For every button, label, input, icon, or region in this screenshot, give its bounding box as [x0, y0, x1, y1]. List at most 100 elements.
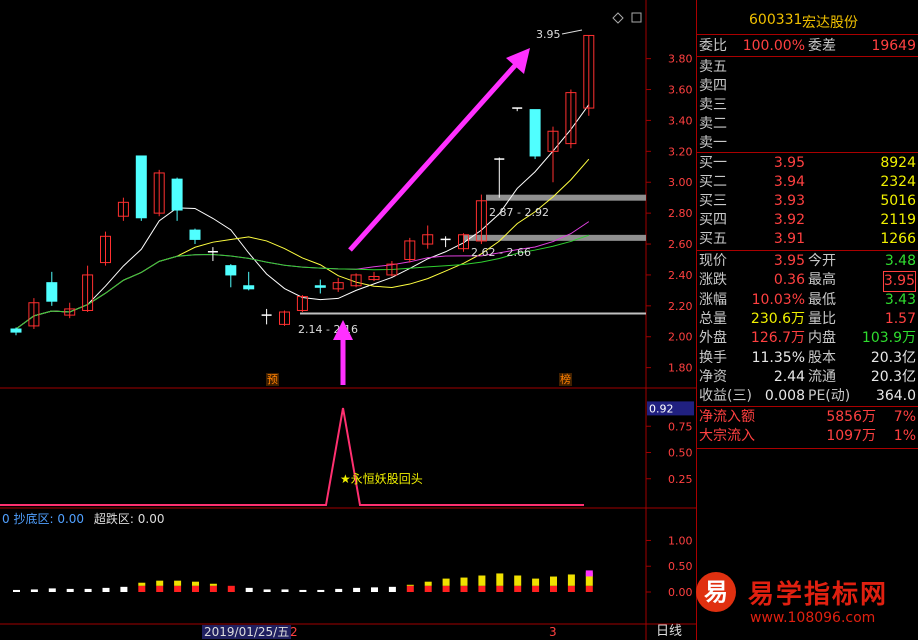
chaodi-value: 0.00 — [57, 512, 85, 526]
indicator-bar — [84, 588, 92, 592]
candle[interactable] — [332, 278, 344, 292]
chaodie-label: 超跌区: — [93, 512, 134, 526]
indicator-bar — [245, 587, 253, 592]
watermark-logo: 易 — [696, 572, 736, 612]
indicator-bar — [156, 580, 164, 592]
candle[interactable] — [368, 271, 380, 282]
sell-label: 卖五 — [699, 59, 727, 75]
flow-label: 净流入额 — [699, 409, 755, 425]
candle[interactable] — [422, 225, 434, 249]
indicator-bar — [174, 580, 182, 592]
sell-row: 卖二 — [697, 115, 918, 134]
price-tick-label: 3.40 — [668, 114, 693, 127]
indicator-axis-label: 0.75 — [668, 420, 693, 433]
candle[interactable] — [350, 273, 362, 288]
candle[interactable] — [28, 298, 40, 330]
stat-label-2: PE(动) — [808, 388, 851, 405]
stat-value-2: 20.3亿 — [870, 368, 916, 385]
candle[interactable] — [171, 177, 183, 221]
indicator-bar — [496, 573, 504, 592]
buy-row: 买五 3.91 1266 — [697, 230, 918, 249]
footer-mark-3: 3 — [549, 625, 557, 639]
candle[interactable] — [440, 236, 451, 248]
resistance-zone-2 — [464, 234, 646, 241]
chaodi-label: 抄底区: — [13, 512, 54, 526]
indicator-bar — [66, 588, 74, 592]
watermark: 易 易学指标网 www.108096.com — [690, 568, 918, 640]
stat-value: 10.03% — [751, 291, 805, 308]
chaodie-value: 0.00 — [137, 512, 165, 526]
price-tick-label: 2.40 — [668, 269, 693, 282]
indicator-bar — [335, 588, 343, 592]
flow-value: 1097万 — [826, 428, 876, 444]
stat-row: 净资 2.44 流通 20.3亿 — [697, 368, 918, 387]
weibi-label: 委比 — [699, 38, 727, 54]
sell-row: 卖一 — [697, 134, 918, 153]
candle[interactable] — [494, 157, 505, 198]
candle[interactable] — [153, 169, 165, 217]
marker-bang: 榜 — [559, 373, 572, 386]
buy-label: 买一 — [699, 155, 727, 171]
candle[interactable] — [565, 89, 577, 149]
indicator-bar — [388, 586, 396, 592]
indicator-axis-label: 0.50 — [668, 447, 693, 460]
indicator-bar — [138, 582, 146, 592]
signal-label: ★永恒妖股回头 — [340, 470, 423, 487]
buy-label: 买五 — [699, 231, 727, 247]
diamond-icon[interactable] — [612, 12, 624, 24]
price-tick-label: 3.60 — [668, 84, 693, 97]
candle[interactable] — [261, 308, 272, 325]
buy-price: 3.93 — [773, 193, 805, 209]
candle[interactable] — [404, 237, 416, 263]
period-label[interactable]: 日线 — [656, 625, 682, 639]
stat-label-2: 最高 — [808, 272, 836, 289]
stat-value: 0.008 — [764, 388, 805, 405]
buy-label: 买二 — [699, 174, 727, 190]
candle[interactable] — [225, 264, 237, 288]
stat-label-2: 股本 — [808, 349, 836, 366]
candle[interactable] — [10, 327, 22, 336]
buy-price: 3.91 — [773, 231, 805, 247]
candle[interactable] — [189, 228, 201, 245]
candle[interactable] — [117, 197, 129, 221]
indicator-bar — [532, 578, 540, 592]
stat-label-2: 内盘 — [808, 330, 836, 347]
candle[interactable] — [135, 155, 147, 221]
candle[interactable] — [529, 109, 541, 160]
indicator-bar — [478, 575, 486, 592]
indicator-bar — [227, 585, 235, 592]
flow-pct: 7% — [893, 409, 916, 425]
candle[interactable] — [82, 265, 94, 313]
candle[interactable] — [583, 34, 595, 116]
candle[interactable] — [512, 107, 523, 112]
stat-row: 换手 11.35% 股本 20.3亿 — [697, 349, 918, 368]
candle[interactable] — [46, 271, 58, 306]
candle[interactable] — [279, 310, 290, 326]
stat-value-2: 3.48 — [884, 253, 916, 269]
stat-value: 230.6万 — [750, 310, 805, 327]
buy-label: 买四 — [699, 212, 727, 228]
price-annotation: 2.62 - 2.66 — [471, 246, 531, 259]
bar-axis-label: 1.00 — [668, 534, 693, 547]
candle[interactable] — [314, 279, 326, 294]
candle[interactable] — [243, 271, 255, 291]
watermark-url: www.108096.com — [750, 610, 876, 626]
price-tick-label: 3.80 — [668, 53, 693, 66]
stat-value-2: 1.57 — [884, 310, 916, 327]
square-icon[interactable] — [631, 12, 642, 23]
candle[interactable] — [100, 231, 111, 266]
buy-row: 买三 3.93 5016 — [697, 192, 918, 211]
price-tick-label: 2.60 — [668, 238, 693, 251]
uptrend-arrow — [348, 48, 530, 252]
indicator-bar — [13, 589, 20, 592]
signal-label-text: 永恒妖股回头 — [350, 472, 423, 486]
bar-axis-label: 0.50 — [668, 560, 693, 573]
indicator-bar — [299, 589, 307, 592]
buy-row: 买一 3.95 8924 — [697, 154, 918, 173]
kline-chart[interactable]: 3.80 3.60 3.40 3.20 3.00 2.80 2.60 2.40 2.20 2.00… — [0, 0, 697, 640]
price-tick-label: 1.80 — [668, 362, 693, 375]
stat-value-2: 3.43 — [884, 291, 916, 308]
sell-row: 卖四 — [697, 77, 918, 96]
buy-row: 买四 3.92 2119 — [697, 211, 918, 230]
stat-value-2: 3.95 — [882, 271, 916, 293]
